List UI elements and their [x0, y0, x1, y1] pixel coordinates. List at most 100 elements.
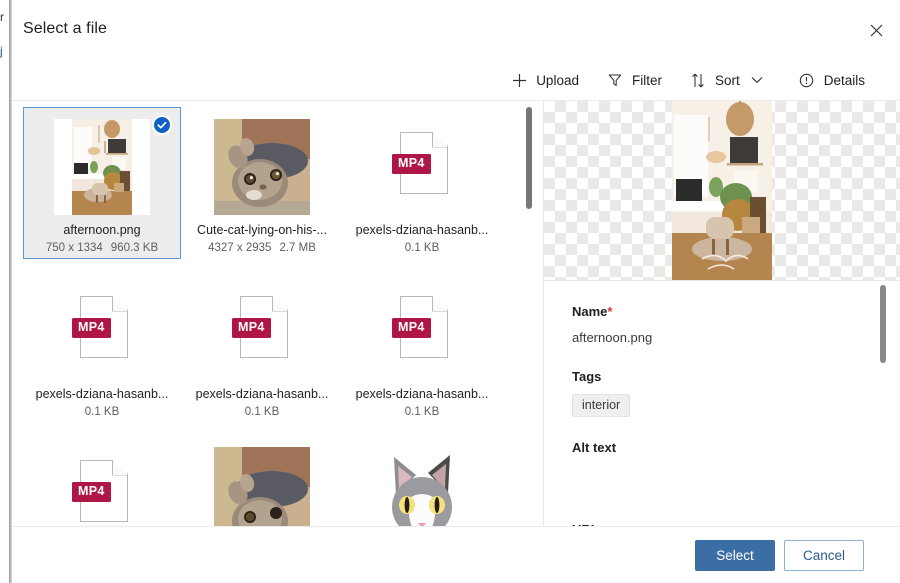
- background-text-fragment-1: r: [0, 10, 4, 24]
- info-circle-icon: [799, 72, 815, 88]
- file-name: Cute-cat-lying-on-his-...: [197, 222, 327, 238]
- upload-button[interactable]: Upload: [500, 63, 590, 97]
- url-label: URL: [572, 521, 870, 526]
- details-button[interactable]: Details: [788, 63, 876, 97]
- selected-check-icon: [152, 115, 172, 135]
- sort-label: Sort: [715, 73, 740, 88]
- file-tile-mp4-1[interactable]: MP4 pexels-dziana-hasanb... 0.1 KB: [343, 107, 501, 259]
- file-size: 0.1 KB: [405, 242, 440, 254]
- preview-image: [672, 101, 772, 281]
- file-thumbnail: [54, 119, 150, 215]
- file-tile-mp4-5[interactable]: MP4: [23, 435, 181, 526]
- dialog-title: Select a file: [23, 20, 107, 38]
- plus-icon: [511, 72, 527, 88]
- filter-button[interactable]: Filter: [596, 63, 673, 97]
- mp4-badge-label: MP4: [392, 318, 431, 338]
- mp4-file-icon: MP4: [72, 460, 132, 526]
- file-tile-afternoon-png[interactable]: afternoon.png 750 x 1334 960.3 KB: [23, 107, 181, 259]
- file-thumbnail: MP4: [374, 283, 470, 379]
- file-thumbnail: [214, 119, 310, 215]
- file-grid-scrollbar-thumb[interactable]: [526, 107, 532, 209]
- tags-field-block: Tags interior: [572, 368, 870, 417]
- file-size: 0.1 KB: [245, 406, 280, 418]
- file-size: 2.7 MB: [279, 242, 315, 254]
- funnel-icon: [607, 72, 623, 88]
- file-thumbnail: [374, 447, 470, 526]
- file-thumbnail: MP4: [214, 283, 310, 379]
- name-value[interactable]: afternoon.png: [572, 329, 870, 346]
- details-scrollbar[interactable]: [877, 281, 889, 526]
- file-grid-pane: afternoon.png 750 x 1334 960.3 KB: [12, 101, 544, 526]
- alt-text-value[interactable]: [572, 465, 870, 481]
- file-grid-row: afternoon.png 750 x 1334 960.3 KB: [22, 107, 544, 271]
- file-tile-cat-2[interactable]: [183, 435, 341, 526]
- close-button[interactable]: [858, 13, 894, 47]
- name-field-block: Name* afternoon.png: [572, 303, 870, 346]
- sort-arrows-icon: [690, 72, 706, 88]
- dialog-titlebar: Select a file: [12, 0, 900, 60]
- file-size: 960.3 KB: [111, 242, 158, 254]
- mp4-file-icon: MP4: [232, 296, 292, 366]
- details-scrollbar-thumb[interactable]: [880, 285, 886, 363]
- file-tile-cute-cat[interactable]: Cute-cat-lying-on-his-... 4327 x 2935 2.7…: [183, 107, 341, 259]
- dialog-footer: Select Cancel: [12, 526, 900, 583]
- alt-text-label: Alt text: [572, 439, 870, 456]
- file-grid-row: MP4 pexels-dziana-hasanb... 0.1 KB MP: [22, 271, 544, 435]
- file-size: 0.1 KB: [85, 406, 120, 418]
- file-thumbnail: MP4: [54, 283, 150, 379]
- file-name: pexels-dziana-hasanb...: [356, 222, 489, 238]
- details-fields: Name* afternoon.png Tags interior Alt te…: [544, 281, 900, 526]
- upload-label: Upload: [536, 73, 579, 88]
- mp4-file-icon: MP4: [72, 296, 132, 366]
- mp4-file-icon: MP4: [392, 296, 452, 366]
- file-tile-cat-face[interactable]: [343, 435, 501, 526]
- file-meta: 0.1 KB: [85, 405, 120, 419]
- file-grid-scrollbar[interactable]: [523, 101, 535, 526]
- mp4-file-icon: MP4: [392, 132, 452, 202]
- file-name: afternoon.png: [63, 222, 140, 238]
- file-tile-mp4-4[interactable]: MP4 pexels-dziana-hasanb... 0.1 KB: [343, 271, 501, 423]
- required-indicator: *: [607, 304, 612, 319]
- mp4-badge-label: MP4: [232, 318, 271, 338]
- tags-label: Tags: [572, 368, 870, 385]
- file-thumbnail: MP4: [374, 119, 470, 215]
- background-text-fragment-2: j: [0, 44, 3, 58]
- file-name: pexels-dziana-hasanb...: [36, 386, 169, 402]
- dialog-body: afternoon.png 750 x 1334 960.3 KB: [12, 100, 900, 526]
- file-grid-row: MP4: [22, 435, 544, 526]
- file-meta: 0.1 KB: [405, 405, 440, 419]
- file-meta: 0.1 KB: [405, 241, 440, 255]
- alt-text-field-block: Alt text: [572, 439, 870, 481]
- cancel-button[interactable]: Cancel: [784, 540, 864, 571]
- file-thumbnail: MP4: [54, 447, 150, 526]
- file-meta: 0.1 KB: [245, 405, 280, 419]
- file-meta: 4327 x 2935 2.7 MB: [208, 241, 316, 255]
- close-icon: [870, 24, 883, 37]
- file-dimensions: 4327 x 2935: [208, 242, 271, 254]
- select-a-file-dialog: Select a file Upload F: [12, 0, 900, 583]
- mp4-badge-label: MP4: [72, 318, 111, 338]
- file-name: pexels-dziana-hasanb...: [196, 386, 329, 402]
- mp4-badge-label: MP4: [392, 154, 431, 174]
- file-meta: 750 x 1334 960.3 KB: [46, 241, 158, 255]
- chevron-down-icon: [751, 76, 763, 84]
- command-bar: Upload Filter Sort: [12, 60, 900, 100]
- url-field-block: URL: [572, 521, 870, 526]
- details-pane: Name* afternoon.png Tags interior Alt te…: [544, 101, 900, 526]
- sort-button[interactable]: Sort: [679, 63, 774, 97]
- file-grid: afternoon.png 750 x 1334 960.3 KB: [12, 101, 544, 526]
- filter-label: Filter: [632, 73, 662, 88]
- file-size: 0.1 KB: [405, 406, 440, 418]
- details-label: Details: [824, 73, 865, 88]
- select-button[interactable]: Select: [695, 540, 775, 571]
- background-page-sliver: r j: [0, 0, 9, 583]
- file-tile-mp4-2[interactable]: MP4 pexels-dziana-hasanb... 0.1 KB: [23, 271, 181, 423]
- file-dimensions: 750 x 1334: [46, 242, 103, 254]
- file-preview: [544, 101, 900, 281]
- tag-chip-interior[interactable]: interior: [572, 394, 630, 417]
- file-thumbnail: [214, 447, 310, 526]
- file-tile-mp4-3[interactable]: MP4 pexels-dziana-hasanb... 0.1 KB: [183, 271, 341, 423]
- mp4-badge-label: MP4: [72, 482, 111, 502]
- file-name: pexels-dziana-hasanb...: [356, 386, 489, 402]
- name-label: Name*: [572, 303, 870, 320]
